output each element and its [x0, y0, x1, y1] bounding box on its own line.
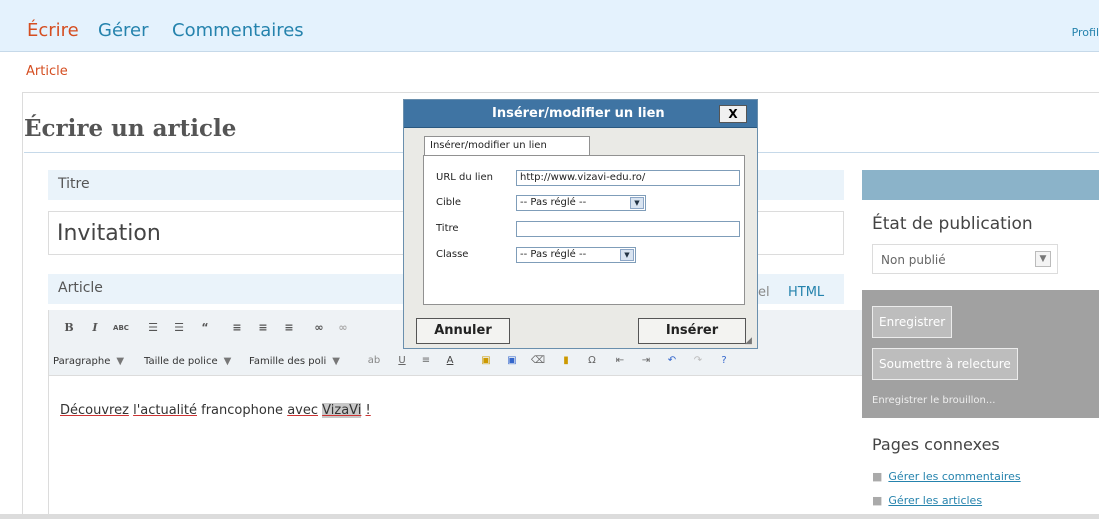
subtab-article[interactable]: Article	[26, 64, 68, 79]
format-select[interactable]: Paragraphe ▼	[53, 352, 124, 372]
status-select[interactable]: Non publié ▼	[872, 244, 1058, 274]
media-icon[interactable]: ▮	[557, 352, 575, 370]
editor-word: francophone	[201, 403, 284, 418]
related-link-label: Gérer les articles	[888, 494, 983, 507]
sidebar-header	[862, 170, 1099, 200]
bullet-list-icon[interactable]: ☰	[143, 318, 163, 338]
bold-icon[interactable]: B	[59, 318, 79, 338]
blockquote-icon[interactable]: “	[195, 318, 215, 338]
target-select-value: -- Pas réglé --	[520, 197, 587, 208]
top-navigation: Écrire Gérer Commentaires Profil	[0, 0, 1099, 52]
custom-char-icon[interactable]: Ω	[583, 352, 601, 370]
status-select-value: Non publié	[881, 253, 946, 267]
insert-button[interactable]: Insérer	[638, 318, 746, 344]
editor-word: l'actualité	[133, 403, 197, 418]
bullet-icon: ■	[872, 470, 883, 483]
undo-icon[interactable]: ↶	[663, 352, 681, 370]
italic-icon[interactable]: I	[85, 318, 105, 338]
title-label: Titre	[58, 176, 90, 192]
tab-manage[interactable]: Gérer	[98, 20, 149, 41]
tab-write[interactable]: Écrire	[27, 20, 79, 41]
outdent-icon[interactable]: ⇤	[611, 352, 629, 370]
link-icon[interactable]: ∞	[309, 318, 329, 338]
chevron-down-icon: ▼	[620, 249, 634, 261]
profile-link[interactable]: Profil	[1072, 26, 1099, 39]
tab-visual[interactable]: el	[758, 285, 770, 300]
spellcheck-icon[interactable]: ab	[365, 352, 383, 370]
link-dialog: Insérer/modifier un lien X Insérer/modif…	[403, 99, 758, 349]
title-field-label: Titre	[436, 223, 459, 234]
target-label: Cible	[436, 197, 462, 208]
dialog-titlebar[interactable]: Insérer/modifier un lien X	[404, 100, 757, 128]
help-icon[interactable]: ?	[715, 352, 733, 370]
indent-icon[interactable]: ⇥	[637, 352, 655, 370]
dialog-tab-general[interactable]: Insérer/modifier un lien	[424, 136, 590, 156]
paste-word-icon[interactable]: ▣	[503, 352, 521, 370]
underline-icon[interactable]: U	[393, 352, 411, 370]
page-title: Écrire un article	[24, 115, 237, 142]
editor-word: !	[365, 403, 371, 418]
redo-icon[interactable]: ↷	[689, 352, 707, 370]
url-label: URL du lien	[436, 172, 493, 183]
class-label: Classe	[436, 249, 469, 260]
align-center-icon[interactable]: ≡	[253, 318, 273, 338]
bottom-border	[0, 514, 1099, 519]
link-title-input[interactable]	[516, 221, 740, 237]
title-value: Invitation	[57, 221, 161, 246]
dialog-title: Insérer/modifier un lien	[492, 106, 665, 121]
tab-html[interactable]: HTML	[788, 285, 824, 300]
chevron-down-icon: ▼	[1035, 251, 1051, 267]
related-link-articles[interactable]: ■ Gérer les articles	[872, 494, 982, 507]
cancel-button[interactable]: Annuler	[416, 318, 510, 344]
content-label: Article	[58, 280, 103, 296]
dialog-panel: URL du lien http://www.vizavi-edu.ro/ Ci…	[423, 155, 745, 305]
editor-word: Découvrez	[60, 403, 129, 418]
url-input[interactable]: http://www.vizavi-edu.ro/	[516, 170, 740, 186]
strikethrough-icon[interactable]: ABC	[111, 318, 131, 338]
related-link-comments[interactable]: ■ Gérer les commentaires	[872, 470, 1021, 483]
submit-review-button[interactable]: Soumettre à relecture	[872, 348, 1018, 380]
text-color-icon[interactable]: A	[441, 352, 459, 370]
numbered-list-icon[interactable]: ☰	[169, 318, 189, 338]
publish-status-title: État de publication	[872, 214, 1033, 234]
editor-area[interactable]	[48, 376, 863, 519]
font-size-select-value: Taille de police	[144, 356, 218, 367]
eraser-icon[interactable]: ⌫	[529, 352, 547, 370]
font-size-select[interactable]: Taille de police ▼	[144, 352, 231, 372]
chevron-down-icon: ▼	[332, 356, 340, 367]
class-select-value: -- Pas réglé --	[520, 249, 587, 260]
unlink-icon[interactable]: ∞	[333, 318, 353, 338]
editor-word: avec	[287, 403, 319, 418]
close-icon[interactable]: X	[719, 105, 747, 123]
justify-icon[interactable]: ≡	[417, 352, 435, 370]
editor-toolbar-row2: Paragraphe ▼ Taille de police ▼ Famille de…	[48, 348, 863, 376]
editor-selected-word: VizaVi	[322, 403, 362, 418]
editor-content: Découvrez l'actualité francophone avec V…	[60, 403, 371, 418]
font-family-select-value: Famille des poli	[249, 356, 327, 367]
related-link-label: Gérer les commentaires	[888, 470, 1021, 483]
format-select-value: Paragraphe	[53, 356, 111, 367]
save-button[interactable]: Enregistrer	[872, 306, 953, 338]
tab-comments[interactable]: Commentaires	[172, 20, 304, 41]
align-left-icon[interactable]: ≡	[227, 318, 247, 338]
chevron-down-icon: ▼	[116, 356, 125, 367]
target-select[interactable]: -- Pas réglé -- ▼	[516, 195, 646, 211]
chevron-down-icon: ▼	[630, 197, 644, 209]
font-family-select[interactable]: Famille des poli ▼	[249, 352, 340, 372]
class-select[interactable]: -- Pas réglé -- ▼	[516, 247, 636, 263]
resize-grip-icon[interactable]: ◢	[745, 336, 755, 346]
related-pages-title: Pages connexes	[872, 435, 1000, 454]
chevron-down-icon: ▼	[223, 356, 232, 367]
bullet-icon: ■	[872, 494, 883, 507]
align-right-icon[interactable]: ≡	[279, 318, 299, 338]
paste-text-icon[interactable]: ▣	[477, 352, 495, 370]
draft-text: Enregistrer le brouillon...	[872, 395, 996, 406]
